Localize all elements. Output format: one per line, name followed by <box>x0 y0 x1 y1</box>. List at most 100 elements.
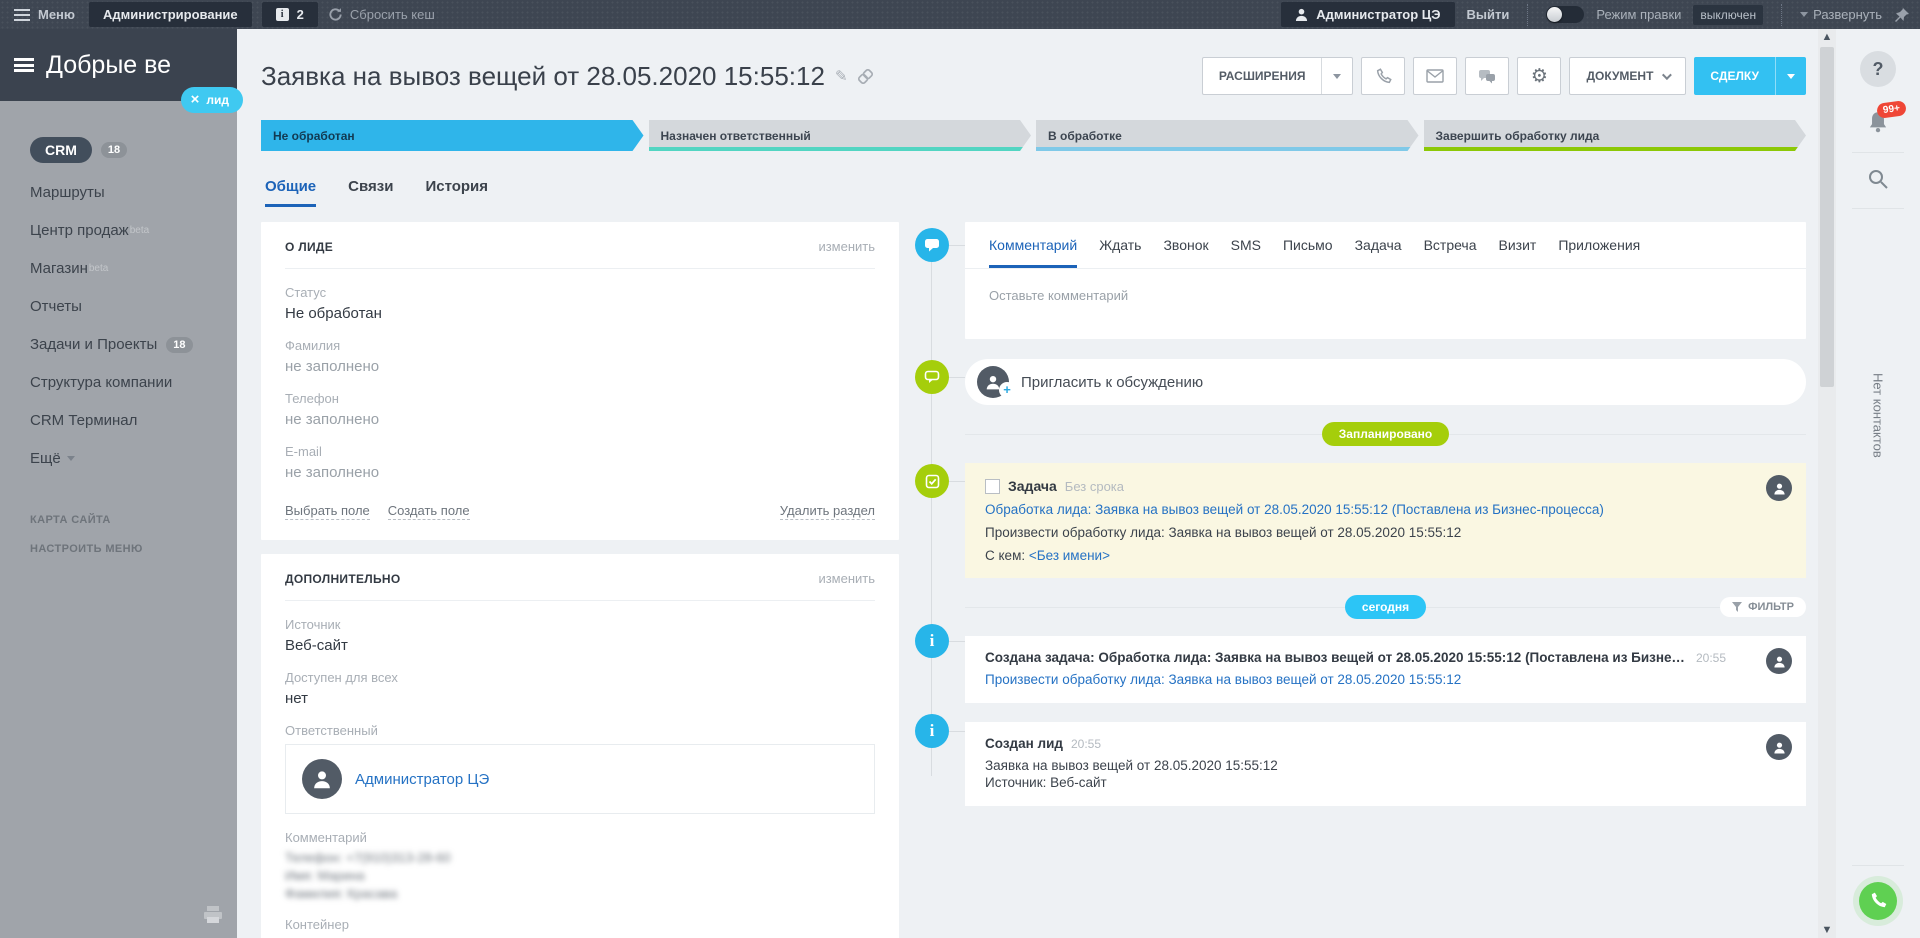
responsible-user-link[interactable]: Администратор ЦЭ <box>355 771 489 788</box>
edit-title-icon[interactable]: ✎ <box>835 67 848 85</box>
sidebar-item-tasks-projects[interactable]: Задачи и Проекты18 <box>30 336 237 353</box>
stage-not-processed[interactable]: Не обработан <box>261 120 644 151</box>
tab-apps[interactable]: Приложения <box>1558 237 1640 268</box>
close-icon[interactable]: × <box>191 95 200 105</box>
scroll-down-arrow[interactable]: ▼ <box>1822 922 1833 938</box>
delete-section-link[interactable]: Удалить раздел <box>780 503 875 520</box>
email-button[interactable] <box>1413 57 1457 95</box>
deal-dropdown[interactable] <box>1775 57 1806 95</box>
additional-card: ДОПОЛНИТЕЛЬНО изменить Источник Веб-сайт… <box>261 554 899 938</box>
extensions-button[interactable]: РАСШИРЕНИЯ <box>1202 57 1354 95</box>
administration-button[interactable]: Администрирование <box>89 2 252 27</box>
sidebar-item-crm-terminal[interactable]: CRM Терминал <box>30 412 237 429</box>
task-title-link[interactable]: Обработка лида: Заявка на вывоз вещей от… <box>985 502 1604 517</box>
menu-button[interactable]: Меню <box>38 7 75 22</box>
vertical-scrollbar[interactable]: ▲ ▼ <box>1818 29 1836 938</box>
expand-button[interactable]: Развернуть <box>1800 7 1882 22</box>
task-with-link[interactable]: <Без имени> <box>1029 548 1110 563</box>
edit-mode-toggle[interactable] <box>1546 6 1584 23</box>
blurred-comment-line: Фамилия: Красава <box>285 886 875 901</box>
entry-line: Заявка на вывоз вещей от 28.05.2020 15:5… <box>985 758 1786 773</box>
settings-button[interactable]: ⚙ <box>1517 57 1561 95</box>
planned-badge: Запланировано <box>1322 422 1450 446</box>
logout-button[interactable]: Выйти <box>1467 7 1510 22</box>
search-button[interactable] <box>1866 167 1890 194</box>
tab-comment[interactable]: Комментарий <box>989 237 1077 268</box>
timeline-entry-task-created[interactable]: Создана задача: Обработка лида: Заявка н… <box>965 636 1806 703</box>
select-field-link[interactable]: Выбрать поле <box>285 503 370 520</box>
scrollbar-track[interactable] <box>1820 45 1834 922</box>
tab-relations[interactable]: Связи <box>348 178 393 207</box>
comment-input[interactable]: Оставьте комментарий <box>965 269 1806 339</box>
entry-author-avatar[interactable] <box>1766 648 1792 674</box>
create-deal-button[interactable]: СДЕЛКУ <box>1694 57 1806 95</box>
pin-icon[interactable] <box>1894 7 1910 23</box>
menu-hamburger-icon[interactable] <box>14 9 30 21</box>
today-separator: сегодня ФИЛЬТР <box>965 595 1806 619</box>
edit-section-link[interactable]: изменить <box>818 239 875 254</box>
sidebar-menu: CRM 18 Маршруты Центр продажbeta Магазин… <box>0 101 237 488</box>
sidebar-item-routes[interactable]: Маршруты <box>30 184 237 201</box>
notifications-count-badge: 99+ <box>1876 100 1907 119</box>
task-checkbox[interactable] <box>985 479 1000 494</box>
invite-to-discussion[interactable]: + Пригласить к обсуждению <box>965 359 1806 405</box>
printer-icon[interactable] <box>203 906 223 924</box>
field-source: Источник Веб-сайт <box>285 617 875 654</box>
sidebar-item-sales-center[interactable]: Центр продажbeta <box>30 222 237 239</box>
extensions-dropdown[interactable] <box>1321 58 1352 94</box>
clear-cache-button[interactable]: Сбросить кеш <box>328 7 435 22</box>
stage-assigned[interactable]: Назначен ответственный <box>649 120 1032 151</box>
timeline-tabs: Комментарий Ждать Звонок SMS Письмо Зада… <box>965 222 1806 269</box>
edit-section-link[interactable]: изменить <box>818 571 875 586</box>
help-button[interactable]: ? <box>1860 51 1896 87</box>
search-tag-lead[interactable]: × лид <box>181 87 243 113</box>
tab-general[interactable]: Общие <box>265 178 316 207</box>
scroll-up-arrow[interactable]: ▲ <box>1822 29 1833 45</box>
mail-icon <box>1426 69 1444 83</box>
stage-in-progress[interactable]: В обработке <box>1036 120 1419 151</box>
entry-task-link[interactable]: Произвести обработку лида: Заявка на выв… <box>985 672 1461 687</box>
sidebar-hamburger-icon[interactable] <box>14 58 34 72</box>
search-icon <box>1866 167 1890 191</box>
tab-wait[interactable]: Ждать <box>1099 237 1141 268</box>
timeline-composer-card: Комментарий Ждать Звонок SMS Письмо Зада… <box>965 222 1806 339</box>
blurred-comment-line: Имя: Марина <box>285 868 875 883</box>
telephony-button[interactable] <box>1859 882 1897 920</box>
filter-button[interactable]: ФИЛЬТР <box>1720 597 1806 617</box>
task-author-avatar[interactable] <box>1766 475 1792 501</box>
tab-letter[interactable]: Письмо <box>1283 237 1333 268</box>
call-button[interactable] <box>1361 57 1405 95</box>
tab-task[interactable]: Задача <box>1355 237 1402 268</box>
tab-visit[interactable]: Визит <box>1499 237 1537 268</box>
sidebar-item-store[interactable]: Магазинbeta <box>30 260 237 277</box>
sidebar-item-company-structure[interactable]: Структура компании <box>30 374 237 391</box>
tab-meeting[interactable]: Встреча <box>1424 237 1477 268</box>
current-user-button[interactable]: Администратор ЦЭ <box>1281 2 1454 27</box>
document-button[interactable]: ДОКУМЕНТ <box>1569 57 1686 95</box>
entry-author-avatar[interactable] <box>1766 734 1792 760</box>
configure-menu-link[interactable]: НАСТРОИТЬ МЕНЮ <box>30 543 237 555</box>
sidebar: Добрые ве × лид CRM 18 Маршруты Центр пр… <box>0 29 237 938</box>
info-icon: i <box>276 8 289 21</box>
copy-link-icon[interactable] <box>858 69 873 84</box>
tab-sms[interactable]: SMS <box>1231 237 1261 268</box>
sitemap-link[interactable]: КАРТА САЙТА <box>30 514 237 526</box>
info-counter-button[interactable]: i2 <box>262 2 318 27</box>
create-field-link[interactable]: Создать поле <box>388 503 470 520</box>
task-deadline: Без срока <box>1065 479 1124 494</box>
tab-call[interactable]: Звонок <box>1163 237 1208 268</box>
scrollbar-thumb[interactable] <box>1820 47 1834 387</box>
field-lastname: Фамилия не заполнено <box>285 338 875 375</box>
sidebar-item-reports[interactable]: Отчеты <box>30 298 237 315</box>
right-rail: ? 99+ Нет контактов <box>1836 29 1920 938</box>
phone-icon <box>1869 892 1887 910</box>
field-status: Статус Не обработан <box>285 285 875 322</box>
sidebar-item-crm[interactable]: CRM 18 <box>30 137 237 163</box>
chat-button[interactable] <box>1465 57 1509 95</box>
section-title: О ЛИДЕ <box>285 240 333 254</box>
tab-history[interactable]: История <box>425 178 488 207</box>
sidebar-item-more[interactable]: Ещё <box>30 450 237 467</box>
timeline-entry-lead-created[interactable]: Создан лид 20:55 Заявка на вывоз вещей о… <box>965 722 1806 806</box>
notifications-button[interactable]: 99+ <box>1865 109 1891 138</box>
stage-finish-processing[interactable]: Завершить обработку лида <box>1424 120 1807 151</box>
